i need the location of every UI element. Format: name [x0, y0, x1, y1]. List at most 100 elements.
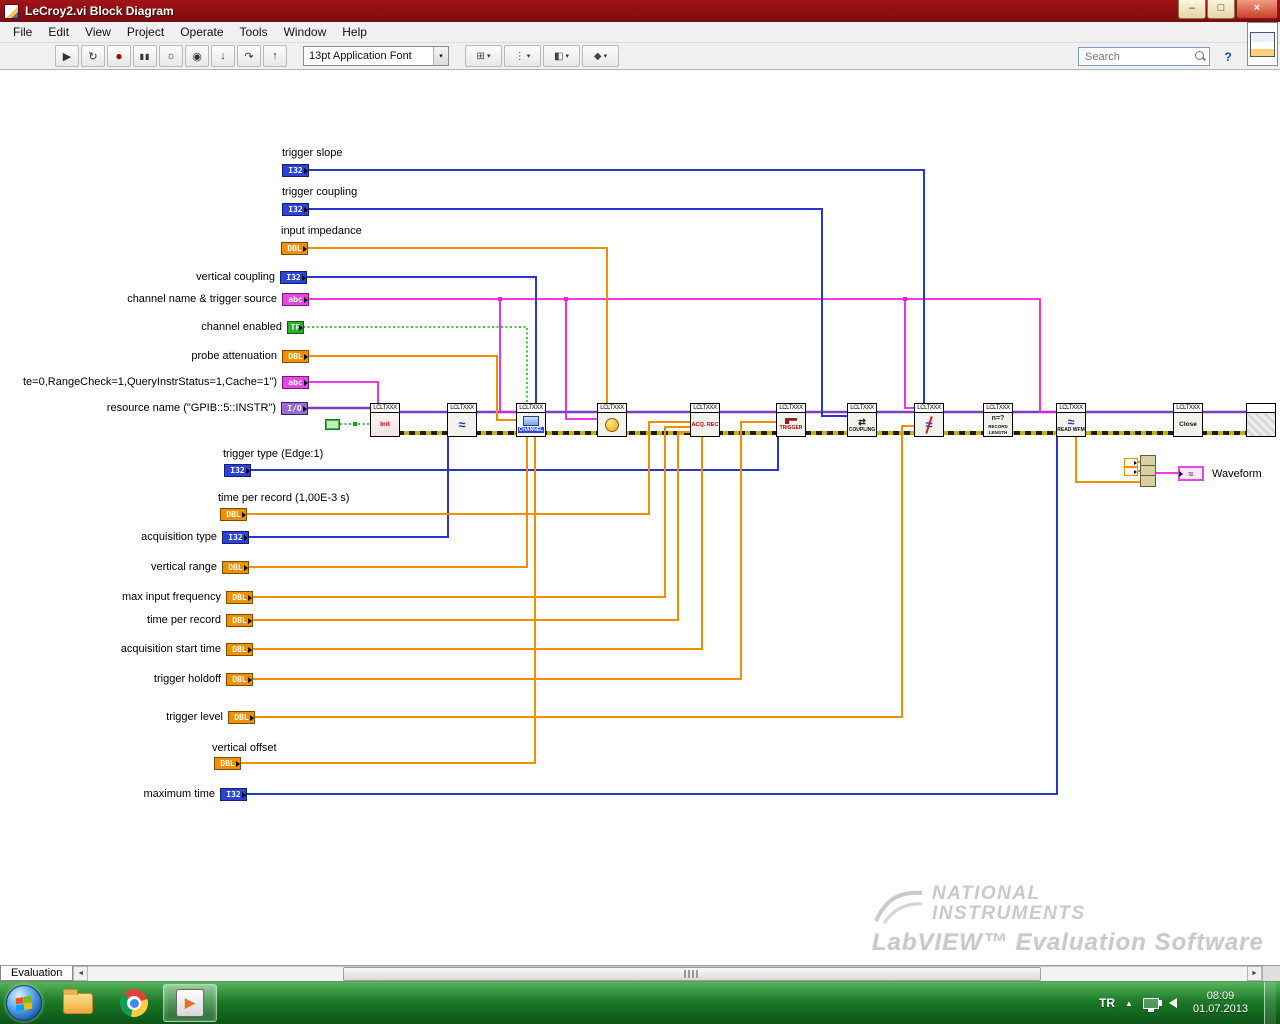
vi-icon-pane[interactable] [1247, 22, 1278, 66]
vi-node-edge-trigger[interactable]: LCLTXXX ≈ [914, 403, 944, 437]
hscroll-track[interactable] [88, 966, 1247, 981]
reorder-objects-button[interactable]: ◧ ▾ [543, 45, 580, 67]
step-into-button[interactable]: ↓ [211, 45, 235, 67]
vi-node-channel-config[interactable]: LCLTXXX [597, 403, 627, 437]
wire-input-impedance[interactable] [308, 247, 608, 404]
context-help-button[interactable]: ? [1218, 48, 1238, 66]
terminal-channel-name[interactable]: abc [282, 293, 309, 306]
menu-help[interactable]: Help [334, 22, 375, 42]
run-continuously-button[interactable]: ↻ [81, 45, 105, 67]
terminal-label: acquisition start time [120, 643, 221, 655]
menu-file[interactable]: File [5, 22, 40, 42]
wire-option-string[interactable] [309, 381, 379, 404]
step-over-button[interactable]: ↷ [237, 45, 261, 67]
hscroll-right-button[interactable]: ► [1247, 966, 1262, 981]
terminal-channel-enabled[interactable]: TF [287, 321, 304, 334]
wire-probe-attenuation[interactable] [309, 355, 516, 421]
taskbar-clock[interactable]: 08:09 01.07.2013 [1187, 990, 1254, 1016]
terminal-vertical-offset[interactable]: DBL [214, 757, 241, 770]
block-diagram-canvas[interactable]: trigger slope trigger coupling input imp… [0, 70, 1280, 965]
window-resize-corner[interactable] [1262, 966, 1280, 981]
terminal-input-impedance[interactable]: DBL [281, 242, 308, 255]
terminal-resource-name[interactable]: I/O [281, 402, 308, 415]
menu-view[interactable]: View [77, 22, 119, 42]
wire-trigger-slope[interactable] [309, 169, 925, 404]
wire-channel-enabled[interactable] [303, 326, 528, 404]
vi-node-acquisition[interactable]: LCLTXXX ≈ [447, 403, 477, 437]
wire-acquisition-start-time[interactable] [253, 436, 703, 650]
vi-node-coupling[interactable]: LCLTXXX ⇄ COUPLING [847, 403, 877, 437]
vi-node-acq-record[interactable]: LCLTXXX ACQ. REC [690, 403, 720, 437]
terminal-trigger-level[interactable]: DBL [228, 711, 255, 724]
terminal-probe-attenuation[interactable]: DBL [282, 350, 309, 363]
vi-node-channel[interactable]: LCLTXXX CHANNEL [516, 403, 546, 437]
close-button[interactable]: × [1236, 0, 1278, 19]
boolean-constant[interactable] [325, 419, 340, 430]
menu-project[interactable]: Project [119, 22, 172, 42]
wire-vertical-coupling[interactable] [307, 276, 537, 404]
terminal-acquisition-type[interactable]: I32 [222, 531, 249, 544]
start-button[interactable] [6, 985, 42, 1021]
taskbar: ▶ TR ▲ 08:09 01.07.2013 [0, 981, 1280, 1024]
terminal-trigger-type[interactable]: I32 [224, 464, 251, 477]
abort-button[interactable]: ● [107, 45, 131, 67]
hscroll-thumb[interactable] [343, 967, 1042, 981]
vi-node-trigger[interactable]: LCLTXXX TRIGGER [776, 403, 806, 437]
taskbar-item-explorer[interactable] [50, 983, 106, 1023]
menu-tools[interactable]: Tools [232, 22, 276, 42]
terminal-time-per-record-1[interactable]: DBL [220, 508, 247, 521]
terminal-acquisition-start-time[interactable]: DBL [226, 643, 253, 656]
run-button[interactable]: ▶ [55, 45, 79, 67]
search-input[interactable] [1085, 50, 1195, 63]
menu-operate[interactable]: Operate [172, 22, 231, 42]
vi-node-initialize[interactable]: LCLTXXX Init [370, 403, 400, 437]
language-indicator[interactable]: TR [1099, 996, 1115, 1010]
restore-button[interactable]: □ [1207, 0, 1235, 19]
wire-channel-name-branch-3[interactable] [904, 299, 914, 409]
terminal-time-per-record-2[interactable]: DBL [226, 614, 253, 627]
wire-channel-name-branch-2[interactable] [565, 299, 597, 420]
search-icon[interactable] [1195, 51, 1206, 62]
hscroll-left-button[interactable]: ◄ [73, 966, 89, 981]
menu-edit[interactable]: Edit [40, 22, 77, 42]
font-selector[interactable]: 13pt Application Font ▾ [303, 46, 449, 66]
menu-window[interactable]: Window [276, 22, 335, 42]
terminal-trigger-holdoff[interactable]: DBL [226, 673, 253, 686]
dbl-constant[interactable] [1124, 467, 1138, 476]
minimize-button[interactable]: – [1178, 0, 1206, 19]
show-desktop-button[interactable] [1264, 982, 1276, 1024]
terminal-trigger-coupling[interactable]: I32 [282, 203, 309, 216]
terminal-vertical-range[interactable]: DBL [222, 561, 249, 574]
step-out-button[interactable]: ↑ [263, 45, 287, 67]
retain-wire-values-button[interactable]: ◉ [185, 45, 209, 67]
wire-trigger-type[interactable] [251, 436, 779, 471]
terminal-max-input-frequency[interactable]: DBL [226, 591, 253, 604]
align-objects-button[interactable]: ⊞ ▾ [465, 45, 502, 67]
vi-node-record-length[interactable]: LCLTXXX n=? RECORD LENGTH [983, 403, 1013, 437]
vi-node-read-waveform[interactable]: LCLTXXX ≈ READ WFM [1056, 403, 1086, 437]
highlight-execution-button[interactable]: ☼ [159, 45, 183, 67]
terminal-vertical-coupling[interactable]: I32 [280, 271, 307, 284]
tab-evaluation[interactable]: Evaluation [0, 966, 74, 981]
pause-button[interactable]: ▮▮ [133, 45, 157, 67]
vi-node-error-out[interactable] [1246, 403, 1276, 437]
wire-vertical-offset[interactable] [241, 436, 536, 764]
clean-up-diagram-button[interactable]: ◆ ▾ [582, 45, 619, 67]
dbl-constant[interactable] [1124, 458, 1138, 467]
vi-node-close[interactable]: LCLTXXX Close [1173, 403, 1203, 437]
taskbar-item-labview[interactable]: ▶ [162, 983, 218, 1023]
terminal-maximum-time[interactable]: I32 [220, 788, 247, 801]
hidden-icons-chevron[interactable]: ▲ [1125, 999, 1133, 1008]
distribute-objects-button[interactable]: ⋮ ▾ [504, 45, 541, 67]
terminal-trigger-slope[interactable]: I32 [282, 164, 309, 177]
taskbar-item-chrome[interactable] [106, 983, 162, 1023]
network-icon[interactable] [1142, 997, 1159, 1012]
wire-channel-name-branch-1[interactable] [499, 299, 516, 413]
wire-maximum-time[interactable] [247, 436, 1058, 795]
bundle-node[interactable] [1140, 455, 1156, 487]
terminal-option-string[interactable]: abc [282, 376, 309, 389]
waveform-indicator[interactable]: ≈ [1178, 466, 1204, 481]
volume-icon[interactable] [1157, 998, 1177, 1008]
wire-trigger-coupling[interactable] [309, 208, 847, 417]
wire-trigger-holdoff[interactable] [253, 421, 776, 680]
